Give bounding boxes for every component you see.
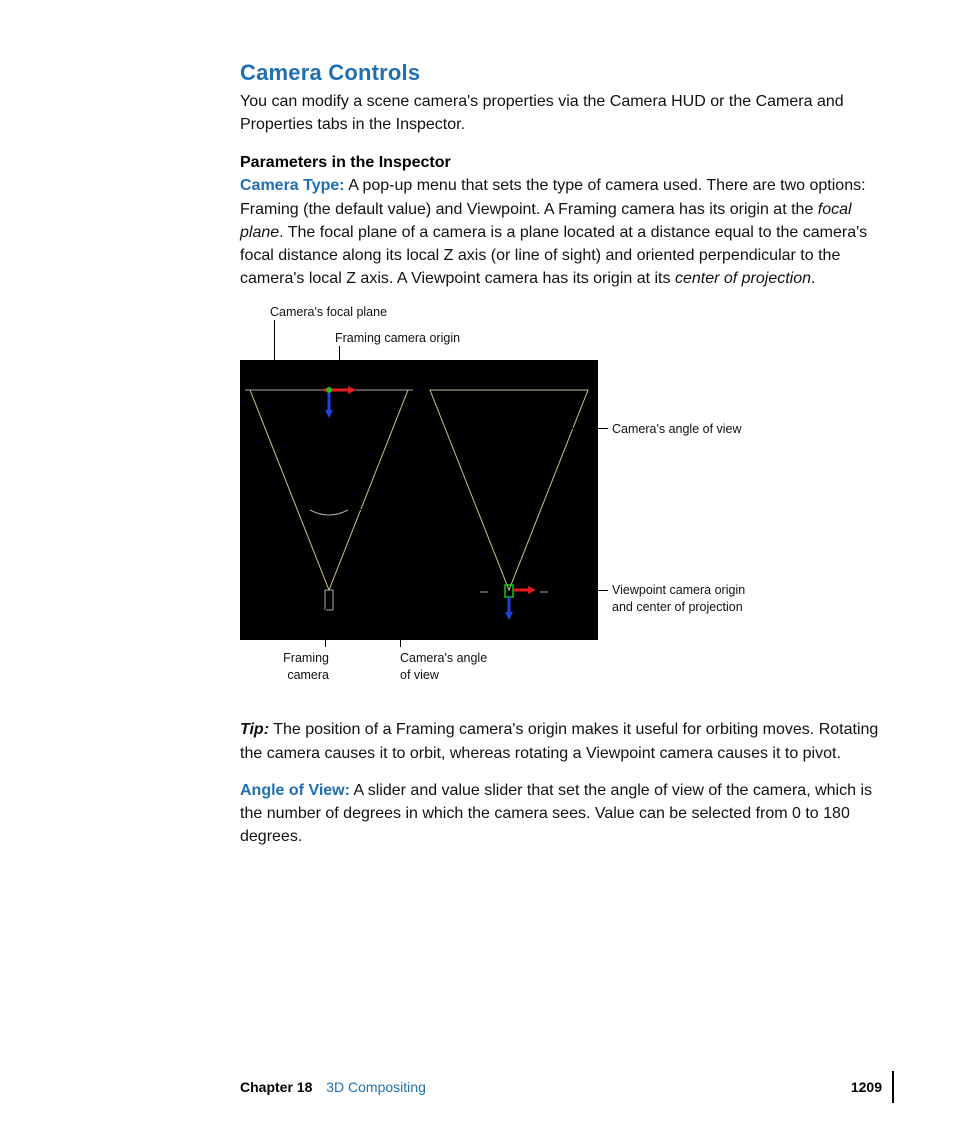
chapter-title: 3D Compositing: [326, 1079, 426, 1095]
footer-left: Chapter 18 3D Compositing: [240, 1079, 426, 1095]
figure: Camera's focal plane Framing camera orig…: [240, 304, 880, 704]
page-footer: Chapter 18 3D Compositing 1209: [240, 1079, 882, 1095]
callout-framing-camera: Framing camera: [279, 650, 329, 683]
leader-line: [564, 428, 608, 429]
angle-of-view-paragraph: Angle of View: A slider and value slider…: [240, 779, 880, 849]
leader-line: [400, 509, 401, 647]
arrow-down-icon: [325, 410, 333, 418]
page: Camera Controls You can modify a scene c…: [0, 0, 954, 1145]
section-heading: Camera Controls: [240, 60, 880, 86]
callout-viewpoint-origin: Viewpoint camera origin and center of pr…: [612, 582, 745, 615]
arrow-down-icon: [505, 612, 513, 620]
callout-framing-camera-l2: camera: [279, 667, 329, 683]
tip-label: Tip:: [240, 721, 269, 738]
page-number: 1209: [851, 1079, 882, 1095]
arrow-right-icon: [528, 586, 536, 594]
footer-rule: [892, 1071, 894, 1103]
camera-type-paragraph: Camera Type: A pop-up menu that sets the…: [240, 174, 880, 290]
callout-angle-of-view-right: Camera's angle of view: [612, 421, 742, 437]
intro-paragraph: You can modify a scene camera's properti…: [240, 90, 880, 136]
tip-body: The position of a Framing camera's origi…: [240, 721, 878, 761]
callout-viewpoint-origin-l2: and center of projection: [612, 599, 745, 615]
framing-cone: [250, 390, 408, 590]
figure-image: [240, 360, 598, 640]
chapter-label: Chapter 18: [240, 1079, 312, 1095]
callout-angle-of-view-bottom: Camera's angle of view: [400, 650, 487, 683]
angle-of-view-label: Angle of View:: [240, 782, 350, 799]
leader-line: [350, 509, 400, 510]
viewpoint-cone: [430, 390, 588, 590]
camera-type-center-proj: center of projection: [675, 270, 811, 287]
callout-viewpoint-origin-l1: Viewpoint camera origin: [612, 582, 745, 598]
callout-angle-bottom-l1: Camera's angle: [400, 650, 487, 666]
arrow-right-icon: [348, 386, 356, 394]
content-column: Camera Controls You can modify a scene c…: [240, 60, 880, 848]
parameters-subheading: Parameters in the Inspector: [240, 154, 880, 172]
camera-type-body-end: .: [811, 270, 815, 287]
callout-framing-origin: Framing camera origin: [335, 330, 460, 346]
camera-type-label: Camera Type:: [240, 177, 345, 194]
leader-line: [538, 590, 608, 591]
origin-dot: [326, 387, 332, 393]
callout-framing-camera-l1: Framing: [279, 650, 329, 666]
leader-line: [325, 609, 326, 647]
tip-paragraph: Tip: The position of a Framing camera's …: [240, 718, 880, 764]
framing-camera-body: [325, 590, 333, 610]
callout-angle-bottom-l2: of view: [400, 667, 487, 683]
angle-arc-left: [310, 510, 348, 515]
camera-diagram-svg: [240, 360, 598, 640]
callout-focal-plane: Camera's focal plane: [270, 304, 387, 320]
